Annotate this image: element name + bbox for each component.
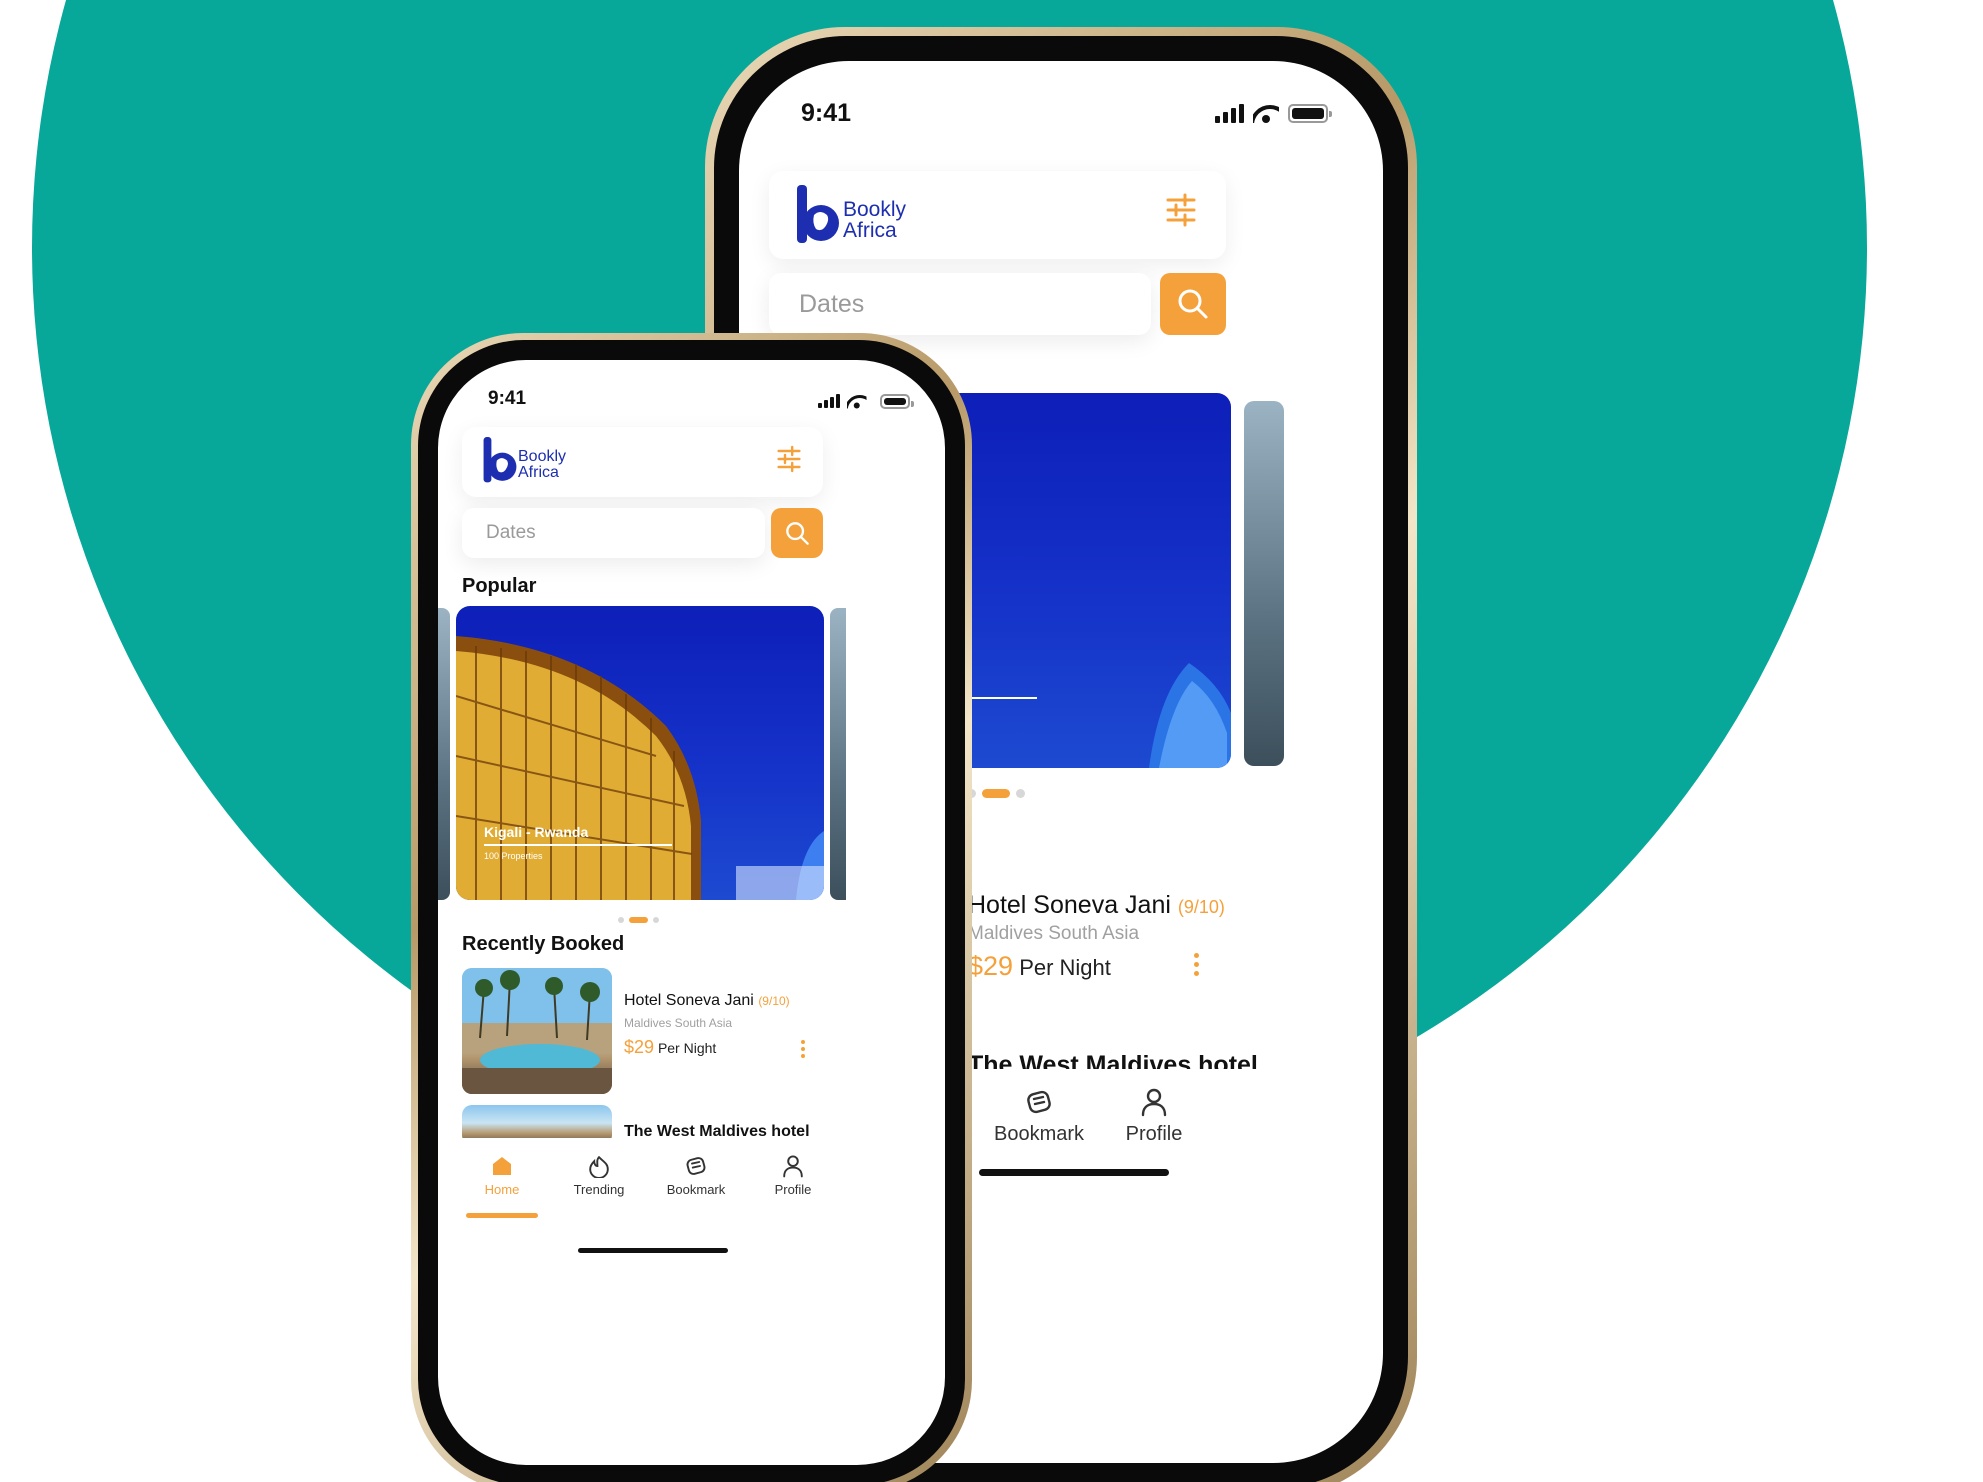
popular-card-kigali[interactable]: Kigali - Rwanda 100 Properties [456,606,824,900]
trending-icon [589,1155,609,1178]
tab-bookmark[interactable]: Bookmark [984,1087,1094,1146]
signal-icon [1215,103,1244,123]
signal-icon [818,394,840,408]
hotel-location: Maldives South Asia [968,923,1140,944]
dates-search-input[interactable]: Dates [769,273,1151,335]
app-header: Bookly Africa [769,171,1226,259]
hotel-rating: (9/10) [758,994,790,1008]
carousel-dot[interactable] [618,917,624,923]
home-indicator [578,1248,728,1253]
search-button[interactable] [1160,273,1226,335]
tab-trending[interactable]: Trending [551,1154,647,1197]
status-bar: 9:41 [739,61,1383,151]
hotel-name[interactable]: Hotel Soneva Jani (9/10) [624,992,790,1010]
hotel-name[interactable]: Hotel Soneva Jani (9/10) [968,891,1225,920]
marketing-canvas: 9:41 Bookly Africa Dates Hotel Soneva Ja… [0,0,1983,1482]
destination-name: Kigali - Rwanda [484,824,589,840]
dates-search-input[interactable]: Dates [462,508,765,558]
bookly-logo[interactable]: Bookly Africa [482,437,566,484]
logo-text-line2: Africa [843,219,897,242]
app-header: Bookly Africa [462,427,823,497]
hotel-location: Maldives South Asia [624,1016,733,1030]
hotel-rating: (9/10) [1177,897,1225,917]
battery-icon [1288,103,1332,123]
more-options-icon[interactable] [1194,953,1199,976]
section-title-popular: Popular [462,575,537,597]
search-icon [785,521,809,545]
tab-profile[interactable]: Profile [745,1154,841,1197]
carousel-dot-active[interactable] [982,789,1010,798]
hotel-thumbnail[interactable] [462,968,612,1094]
bookmark-icon [1027,1090,1051,1114]
status-icons [818,391,914,411]
prev-card-peek[interactable] [438,608,450,900]
status-time: 9:41 [801,99,852,127]
logo-mark-icon [795,185,841,245]
carousel-dot[interactable] [1016,789,1025,798]
status-icons [1215,103,1332,123]
wifi-icon [1253,103,1279,123]
tab-bookmark[interactable]: Bookmark [648,1154,744,1197]
profile-icon [783,1155,803,1178]
more-options-icon[interactable] [801,1040,805,1058]
carousel-dots [967,789,1025,798]
phone-front-bezel: 9:41 Bookly Africa Dates Popular Kigali … [418,340,965,1482]
status-time: 9:41 [488,388,527,409]
logo-text-line1: Bookly [518,447,567,465]
filter-icon[interactable] [777,445,801,473]
wifi-icon [847,394,867,409]
carousel-dot-active[interactable] [629,917,648,923]
logo-mark-icon [482,437,518,484]
bottom-tab-bar: Home Trending Bookmark Profile [438,1138,945,1258]
carousel-dot[interactable] [653,917,659,923]
bookmark-icon [686,1157,706,1175]
carousel-dots [618,917,659,923]
home-indicator [979,1169,1169,1176]
phone-front: 9:41 Bookly Africa Dates Popular Kigali … [411,333,972,1482]
battery-icon [880,393,914,409]
search-icon [1178,289,1208,319]
filter-icon[interactable] [1166,193,1196,227]
section-title-recently-booked: Recently Booked [462,933,625,955]
hotel-price: $29 Per Night [624,1037,717,1057]
bookly-logo[interactable]: Bookly Africa [795,185,906,245]
tab-home[interactable]: Home [454,1154,550,1197]
resort-pool-image [462,968,612,1094]
destination-count: 100 Properties [484,851,543,861]
logo-text-line2: Africa [518,463,559,481]
profile-icon [1141,1088,1167,1117]
next-card-peek[interactable] [830,608,846,900]
logo-text-line1: Bookly [843,198,907,221]
phone-front-screen: 9:41 Bookly Africa Dates Popular Kigali … [438,360,945,1465]
search-button[interactable] [771,508,823,558]
next-card-peek[interactable] [1244,401,1284,766]
active-tab-indicator [466,1213,538,1218]
destination-underline [484,844,672,846]
hotel-price: $29 Per Night [968,951,1111,981]
home-icon [493,1157,511,1175]
tab-profile[interactable]: Profile [1099,1087,1209,1146]
